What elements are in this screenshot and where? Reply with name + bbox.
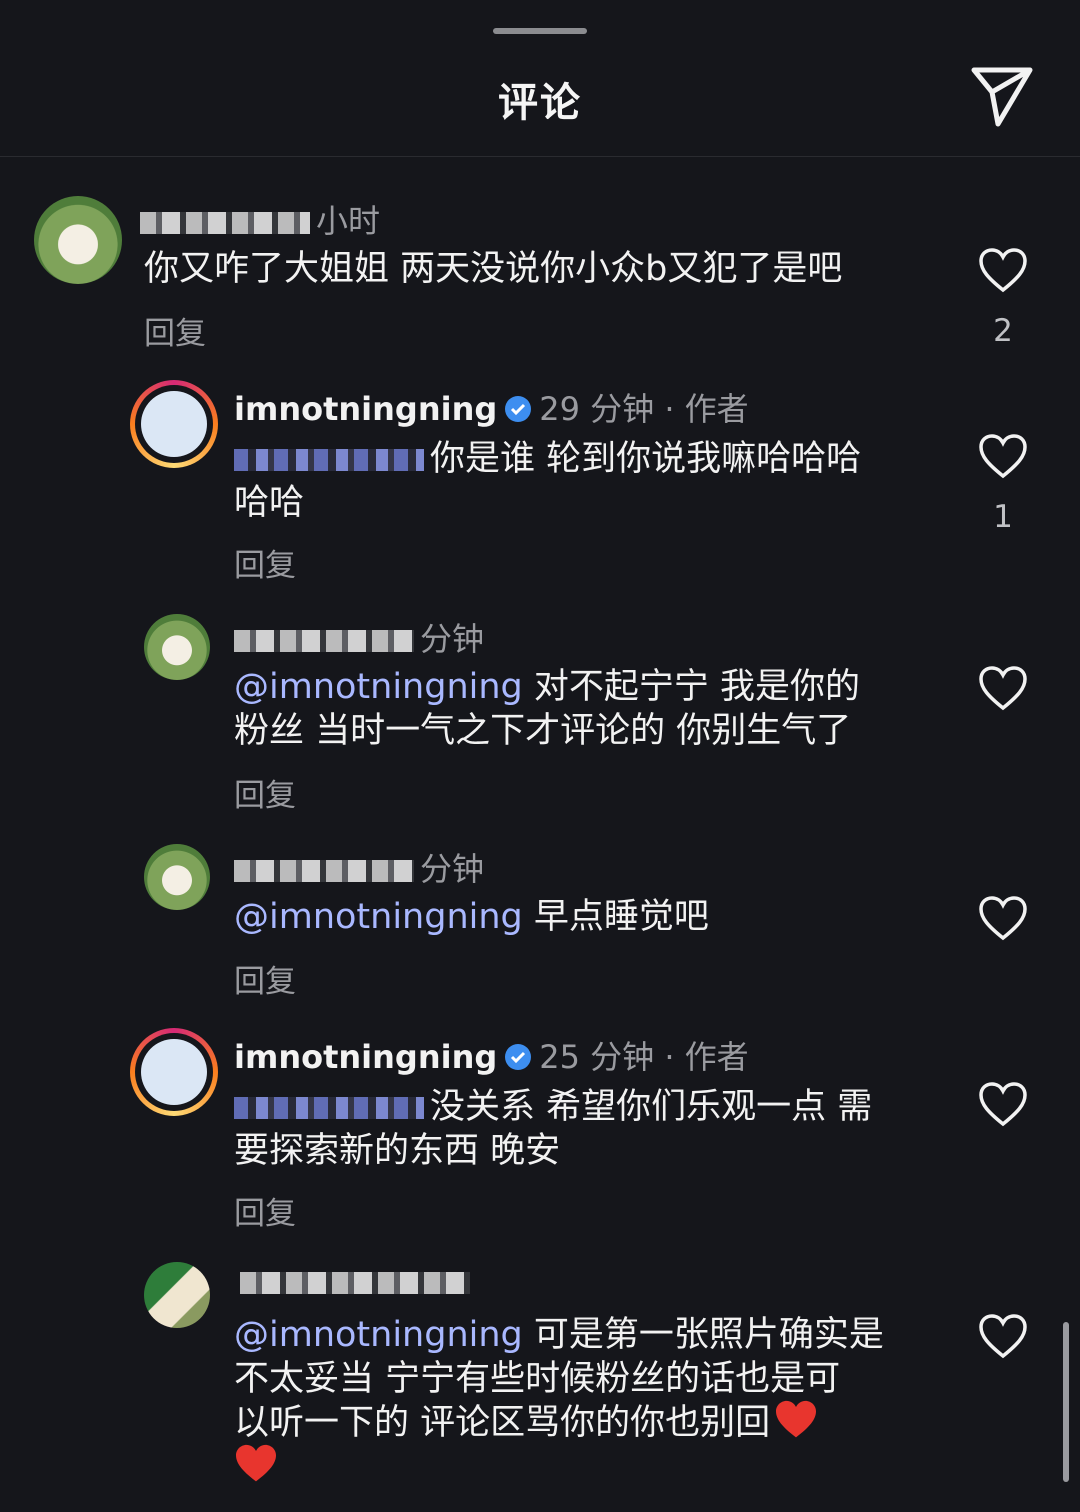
comment-time: 小时 [316, 202, 381, 240]
mention-link[interactable]: @imnotningning [234, 897, 523, 937]
comments-sheet: 评论 小时 你又咋了大姐姐 两天没说你小众b又犯了是吧 回复 2 imnotni… [0, 0, 1080, 1512]
comment-text: @imnotningning 早点睡觉吧 [234, 897, 709, 937]
comment-meta: imnotningning 25 分钟 · 作者 [234, 1032, 749, 1078]
comment-text-line4 [234, 1444, 278, 1490]
comment-text-line2: 粉丝 当时一气之下才评论的 你别生气了 [234, 711, 852, 751]
blurred-username [234, 860, 414, 882]
like-count: 2 [993, 313, 1013, 349]
verified-badge-icon [503, 394, 533, 424]
avatar[interactable] [130, 380, 218, 468]
reply-button[interactable]: 回复 [234, 1188, 296, 1233]
red-heart-emoji-icon [234, 1444, 278, 1484]
avatar[interactable] [144, 614, 210, 680]
username[interactable]: imnotningning [234, 390, 497, 428]
mention-link[interactable]: @imnotningning [234, 667, 523, 707]
comment-time: 分钟 [420, 850, 485, 888]
heart-outline-icon[interactable] [978, 896, 1028, 942]
comment-text-line2: 要探索新的东西 晚安 [234, 1131, 561, 1171]
blurred-username [140, 212, 310, 234]
comment-time: 29 分钟 [539, 390, 655, 428]
comment-text-line3: 以听一下的 评论区骂你的你也别回 [234, 1400, 818, 1446]
verified-badge-icon [503, 1042, 533, 1072]
heart-outline-icon[interactable] [978, 1082, 1028, 1128]
mention-link[interactable]: @imnotningning [234, 1315, 523, 1355]
author-tag: · 作者 [664, 1038, 749, 1076]
avatar[interactable] [144, 844, 210, 910]
reply-button[interactable]: 回复 [234, 770, 296, 815]
blurred-username [234, 630, 414, 652]
comment-text-line2: 哈哈 [234, 483, 305, 523]
blurred-mention [234, 449, 424, 471]
comment-meta [240, 1262, 476, 1300]
author-tag: · 作者 [664, 390, 749, 428]
heart-outline-icon[interactable] [978, 248, 1028, 294]
blurred-mention [234, 1097, 424, 1119]
comment-text-line2: 不太妥当 宁宁有些时候粉丝的话也是可 [234, 1359, 841, 1399]
comment-text: 你又咋了大姐姐 两天没说你小众b又犯了是吧 [144, 249, 843, 289]
comment-text: 没关系 希望你们乐观一点 需 [234, 1084, 872, 1130]
heart-outline-icon[interactable] [978, 1314, 1028, 1360]
heart-outline-icon[interactable] [978, 666, 1028, 712]
comment-text: @imnotningning 可是第一张照片确实是 [234, 1315, 884, 1355]
comment-meta: 小时 [140, 196, 380, 242]
avatar[interactable] [130, 1028, 218, 1116]
comment-time: 分钟 [420, 620, 485, 658]
sheet-drag-handle[interactable] [493, 28, 587, 34]
comment-time: 25 分钟 [539, 1038, 655, 1076]
comment-text: 你是谁 轮到你说我嘛哈哈哈 [234, 436, 861, 482]
comment-text: @imnotningning 对不起宁宁 我是你的 [234, 667, 861, 707]
comment-meta: imnotningning 29 分钟 · 作者 [234, 384, 749, 430]
comment-meta: 分钟 [234, 844, 484, 890]
header-divider [0, 156, 1080, 157]
heart-outline-icon[interactable] [978, 434, 1028, 480]
blurred-username [240, 1272, 470, 1294]
page-title: 评论 [498, 80, 582, 126]
red-heart-emoji-icon [774, 1400, 818, 1440]
share-send-icon[interactable] [968, 62, 1036, 130]
reply-button[interactable]: 回复 [234, 956, 296, 1001]
scrollbar[interactable] [1063, 1322, 1069, 1482]
avatar[interactable] [144, 1262, 210, 1328]
reply-button[interactable]: 回复 [234, 540, 296, 585]
avatar[interactable] [34, 196, 122, 284]
comment-meta: 分钟 [234, 614, 484, 660]
like-count: 1 [993, 499, 1013, 535]
reply-button[interactable]: 回复 [144, 308, 206, 353]
username[interactable]: imnotningning [234, 1038, 497, 1076]
